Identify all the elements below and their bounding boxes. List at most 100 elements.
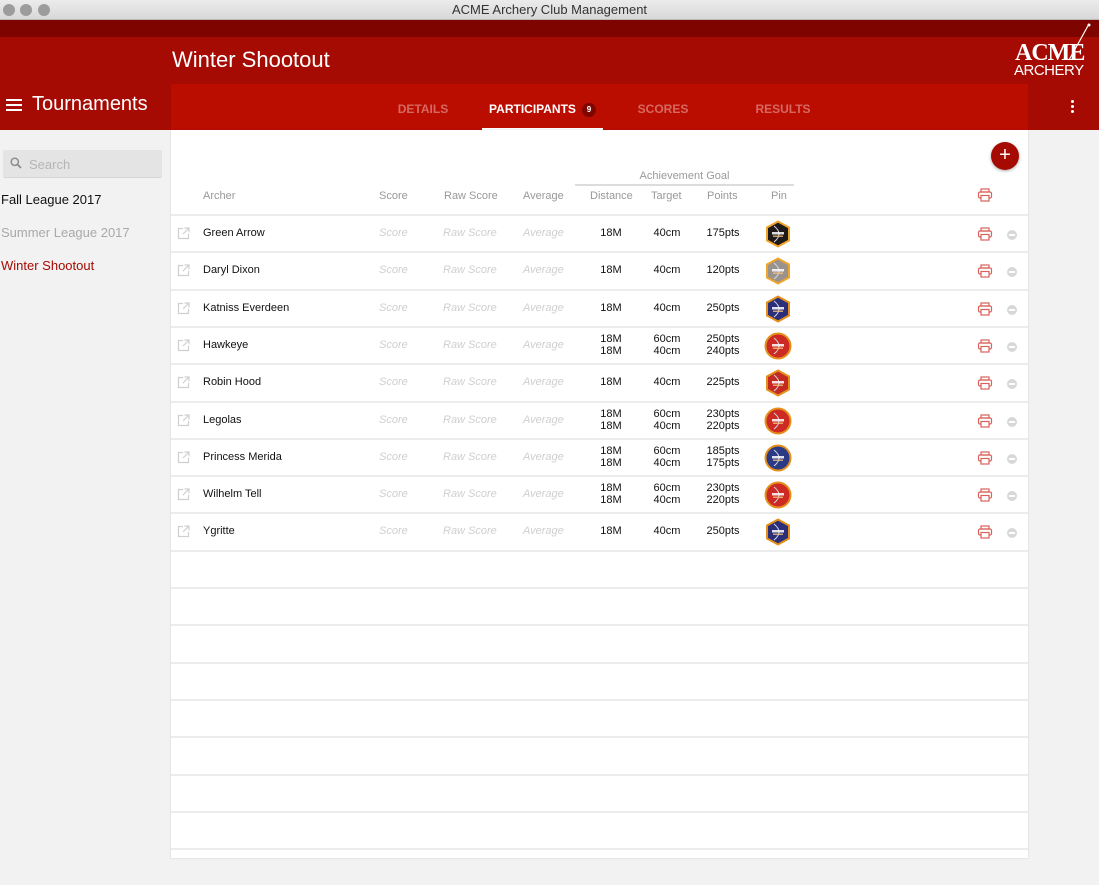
search-field[interactable] [3,150,162,178]
raw-score-placeholder[interactable]: Raw Score [443,414,497,426]
raw-score-placeholder[interactable]: Raw Score [443,227,497,239]
raw-score-placeholder[interactable]: Raw Score [443,302,497,314]
search-icon [10,157,22,169]
goal-points: 175pts [706,227,740,239]
print-icon[interactable] [977,376,993,395]
hamburger-menu-icon[interactable] [6,99,22,111]
print-all-icon[interactable] [977,188,993,207]
edit-participant-icon[interactable] [177,227,190,245]
tab-label: PARTICIPANTS [489,102,576,116]
average-placeholder[interactable]: Average [523,488,564,500]
edit-participant-icon[interactable] [177,451,190,469]
edit-participant-icon[interactable] [177,525,190,543]
goal-distance: 18M [600,376,622,389]
edit-participant-icon[interactable] [177,488,190,506]
print-icon[interactable] [977,525,993,544]
print-icon[interactable] [977,451,993,470]
sidebar-item-fall-league-2017[interactable]: Fall League 2017 [1,192,101,207]
average-placeholder[interactable]: Average [523,451,564,463]
raw-score-placeholder[interactable]: Raw Score [443,264,497,276]
close-window-button[interactable] [3,4,15,16]
top-strip [0,20,1099,37]
achievement-pin-icon [764,294,792,323]
remove-participant-icon[interactable] [1007,453,1017,464]
edit-participant-icon[interactable] [177,264,190,282]
empty-table-row [171,848,1028,885]
achievement-pin-icon [764,481,792,509]
score-placeholder[interactable]: Score [379,488,408,500]
add-participant-button[interactable]: + [991,142,1019,170]
goal-target: 60cm 40cm [653,407,681,432]
tab-participants[interactable]: PARTICIPANTS 9 [482,84,603,130]
score-placeholder[interactable]: Score [379,525,408,537]
print-icon[interactable] [977,339,993,358]
empty-table-row [171,587,1028,624]
edit-participant-icon[interactable] [177,339,190,357]
remove-participant-icon[interactable] [1007,230,1017,240]
remove-participant-icon[interactable] [1007,379,1017,390]
average-placeholder[interactable]: Average [523,525,564,537]
empty-table-row [171,698,1028,736]
score-placeholder[interactable]: Score [379,414,408,426]
score-placeholder[interactable]: Score [379,227,408,239]
edit-participant-icon[interactable] [177,413,190,432]
raw-score-placeholder[interactable]: Raw Score [443,525,497,537]
average-placeholder[interactable]: Average [523,227,564,239]
raw-score-placeholder[interactable]: Raw Score [443,488,497,500]
raw-score-placeholder[interactable]: Raw Score [443,376,497,388]
goal-distance: 18M [600,227,622,239]
average-placeholder[interactable]: Average [523,264,564,276]
goal-points: 120pts [706,264,740,277]
score-placeholder[interactable]: Score [379,376,408,388]
participant-row: Katniss Everdeen Score Raw Score Average… [171,288,1028,326]
minimize-window-button[interactable] [20,4,32,16]
score-placeholder[interactable]: Score [379,451,408,463]
tab-scores[interactable]: SCORES [623,84,703,130]
remove-participant-icon[interactable] [1007,528,1017,539]
remove-participant-icon[interactable] [1007,267,1017,278]
average-placeholder[interactable]: Average [523,302,564,314]
sidebar-item-winter-shootout[interactable]: Winter Shootout [1,258,94,273]
empty-table-row [171,773,1028,811]
tab-details[interactable]: DETAILS [383,84,463,130]
print-icon[interactable] [977,301,993,321]
tab-results[interactable]: RESULTS [743,84,823,130]
score-placeholder[interactable]: Score [379,302,408,314]
print-icon[interactable] [977,488,993,507]
column-header-distance: Distance [590,190,633,202]
print-icon[interactable] [977,413,993,433]
remove-participant-icon[interactable] [1007,416,1017,427]
goal-distance: 18M 18M [600,407,622,432]
archer-name: Robin Hood [203,376,262,389]
archer-name: Hawkeye [203,338,249,351]
edit-participant-icon[interactable] [177,376,190,394]
score-placeholder[interactable]: Score [379,264,408,276]
participant-row: Ygritte Score Raw Score Average 18M 40cm… [171,512,1028,549]
average-placeholder[interactable]: Average [523,414,564,426]
remove-participant-icon[interactable] [1007,491,1017,502]
search-input[interactable] [29,155,155,173]
window-title: ACME Archery Club Management [451,2,648,17]
print-icon[interactable] [977,227,993,246]
remove-participant-icon[interactable] [1007,304,1017,315]
sidebar-item-summer-league-2017[interactable]: Summer League 2017 [1,225,130,240]
participants-panel: + Achievement Goal Archer Score Raw Scor… [171,130,1028,858]
achievement-pin-icon [764,332,792,360]
zoom-window-button[interactable] [38,4,50,16]
edit-participant-icon[interactable] [177,301,190,320]
remove-participant-icon[interactable] [1007,341,1017,352]
goal-target: 60cm 40cm [653,482,681,507]
average-placeholder[interactable]: Average [523,339,564,351]
achievement-goal-header: Achievement Goal [575,170,794,186]
participant-row: Green Arrow Score Raw Score Average 18M … [171,214,1028,251]
goal-points: 250pts [706,301,740,314]
empty-table-row [171,810,1028,848]
print-icon[interactable] [977,264,993,283]
more-options-icon[interactable] [1071,100,1075,114]
average-placeholder[interactable]: Average [523,376,564,388]
raw-score-placeholder[interactable]: Raw Score [443,339,497,351]
score-placeholder[interactable]: Score [379,339,408,351]
logo-line2: ARCHERY [1014,62,1084,79]
participant-row: Daryl Dixon Score Raw Score Average 18M … [171,251,1028,288]
raw-score-placeholder[interactable]: Raw Score [443,451,497,463]
